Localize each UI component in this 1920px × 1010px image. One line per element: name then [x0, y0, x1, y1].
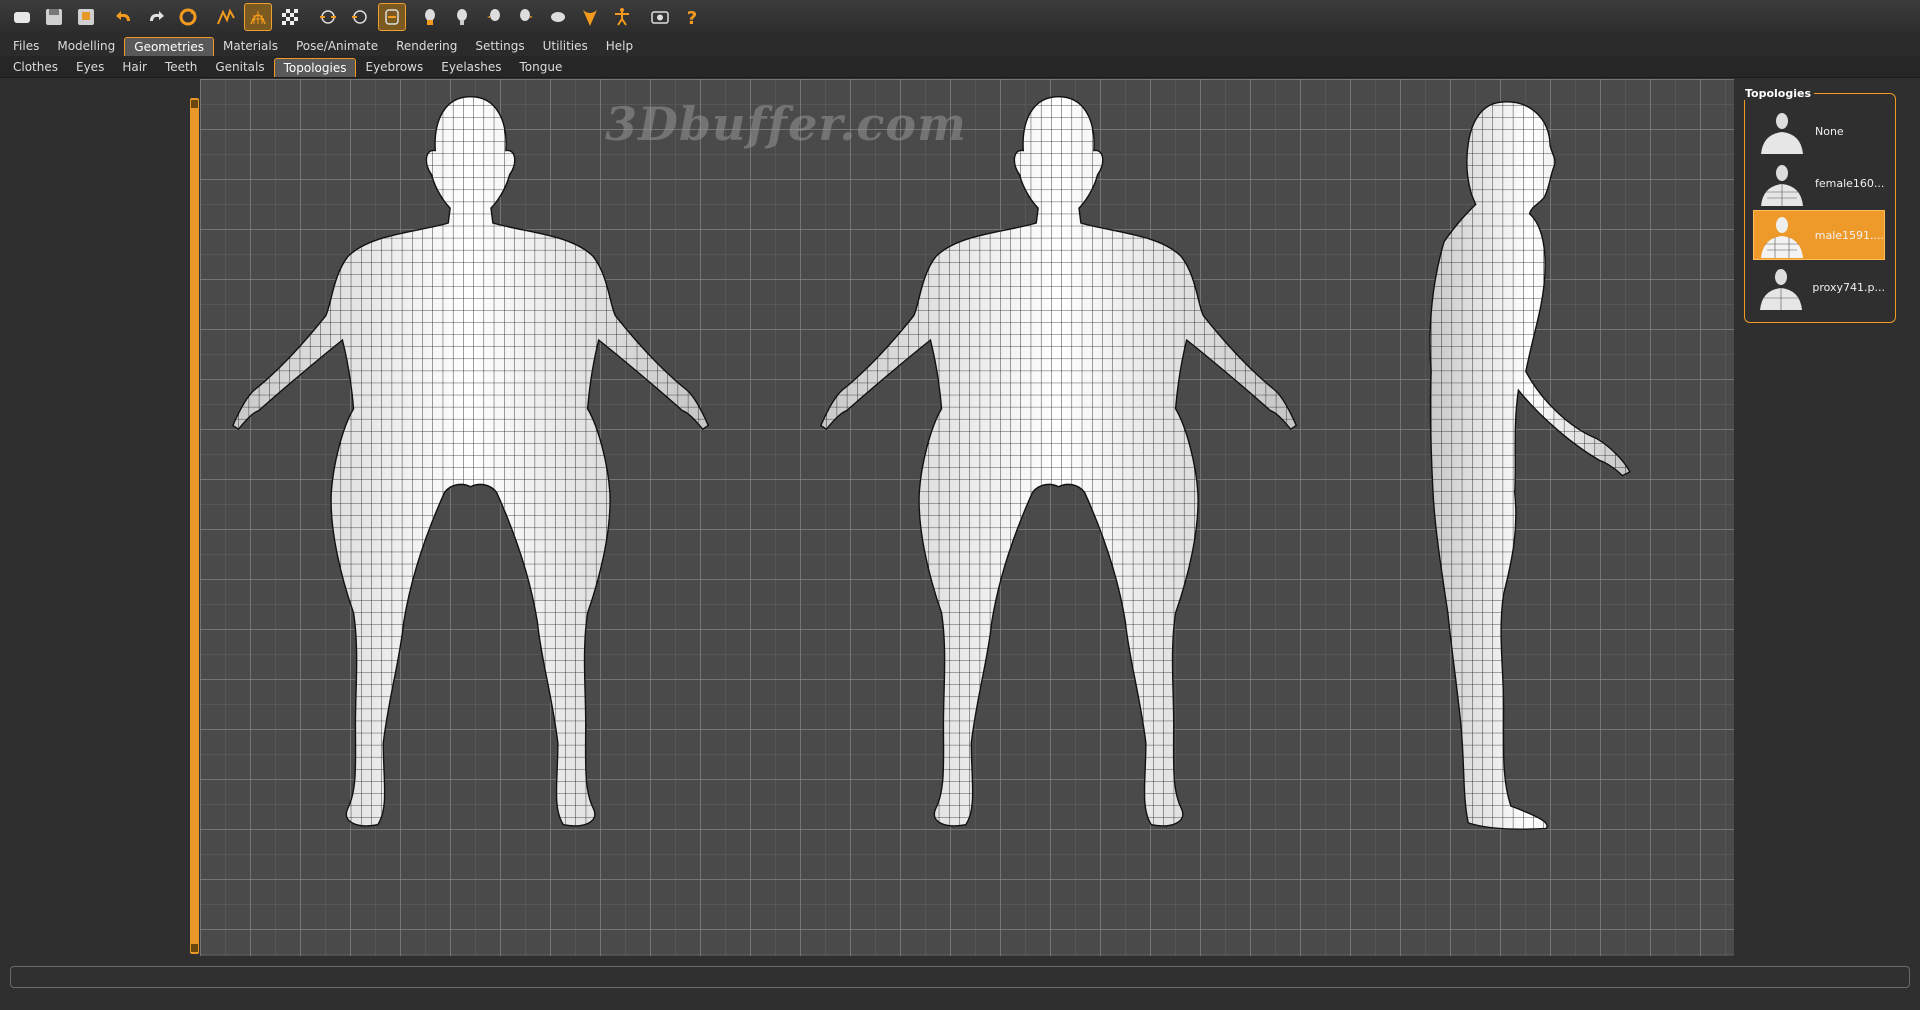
tab-eyelashes[interactable]: Eyelashes: [432, 58, 510, 77]
sub-tab-bar: Clothes Eyes Hair Teeth Genitals Topolog…: [0, 56, 1920, 78]
save-icon[interactable]: [40, 3, 68, 31]
bust-thumbnail-icon: [1753, 106, 1811, 156]
front-view-mesh: [200, 93, 758, 873]
skeleton-icon[interactable]: [608, 3, 636, 31]
topologies-group: None female160... male1591.... proxy741.…: [1744, 93, 1896, 323]
head-back-icon[interactable]: [448, 3, 476, 31]
topologies-title: Topologies: [1742, 87, 1815, 100]
tab-files[interactable]: Files: [4, 37, 48, 56]
bust-thumbnail-icon: [1754, 210, 1811, 260]
screenshot-icon[interactable]: [646, 3, 674, 31]
back-view-mesh: [786, 93, 1346, 873]
undo-icon[interactable]: [110, 3, 138, 31]
tab-teeth[interactable]: Teeth: [156, 58, 206, 77]
bust-thumbnail-icon: [1753, 262, 1808, 312]
redo-icon[interactable]: [142, 3, 170, 31]
topology-label: female160...: [1815, 176, 1885, 190]
tab-geometries[interactable]: Geometries: [124, 37, 214, 56]
topology-item-proxy[interactable]: proxy741.p...: [1753, 262, 1885, 312]
topology-label: None: [1815, 124, 1844, 138]
3d-viewport[interactable]: 3Dbuffer.com: [200, 79, 1734, 956]
export-icon[interactable]: [72, 3, 100, 31]
svg-text:?: ?: [687, 8, 697, 28]
tab-tongue[interactable]: Tongue: [511, 58, 572, 77]
tab-genitals[interactable]: Genitals: [206, 58, 273, 77]
topology-item-female[interactable]: female160...: [1753, 158, 1885, 208]
tab-eyebrows[interactable]: Eyebrows: [356, 58, 432, 77]
topology-item-none[interactable]: None: [1753, 106, 1885, 156]
tab-materials[interactable]: Materials: [214, 37, 287, 56]
front-view-icon[interactable]: [314, 3, 342, 31]
pose-icon[interactable]: [576, 3, 604, 31]
help-icon[interactable]: ?: [678, 3, 706, 31]
head-right-icon[interactable]: [512, 3, 540, 31]
tab-settings[interactable]: Settings: [466, 37, 533, 56]
side-view-mesh: [1429, 101, 1631, 830]
tab-eyes[interactable]: Eyes: [67, 58, 113, 77]
head-left-icon[interactable]: [480, 3, 508, 31]
tab-rendering[interactable]: Rendering: [387, 37, 466, 56]
tab-topologies[interactable]: Topologies: [273, 58, 357, 77]
new-icon[interactable]: [8, 3, 36, 31]
tab-hair[interactable]: Hair: [113, 58, 156, 77]
wireframe-icon[interactable]: [244, 3, 272, 31]
tab-utilities[interactable]: Utilities: [534, 37, 597, 56]
topology-label: proxy741.p...: [1812, 280, 1885, 294]
checker-icon[interactable]: [276, 3, 304, 31]
bust-thumbnail-icon: [1753, 158, 1811, 208]
topology-label: male1591....: [1814, 228, 1884, 242]
smooth-icon[interactable]: [212, 3, 240, 31]
head-front-icon[interactable]: [416, 3, 444, 31]
right-panel: None female160... male1591.... proxy741.…: [1734, 79, 1920, 956]
topology-item-male[interactable]: male1591....: [1753, 210, 1885, 260]
left-view-slider[interactable]: [190, 98, 199, 954]
main-tab-bar: Files Modelling Geometries Materials Pos…: [0, 34, 1920, 56]
main-toolbar: ?: [0, 0, 1920, 34]
top-view-icon[interactable]: [378, 3, 406, 31]
left-panel: [0, 79, 188, 956]
tab-clothes[interactable]: Clothes: [4, 58, 67, 77]
status-bar: [10, 966, 1910, 988]
tab-help[interactable]: Help: [597, 37, 642, 56]
reset-icon[interactable]: [174, 3, 202, 31]
back-view-icon[interactable]: [346, 3, 374, 31]
tab-pose-animate[interactable]: Pose/Animate: [287, 37, 387, 56]
head-top-icon[interactable]: [544, 3, 572, 31]
tab-modelling[interactable]: Modelling: [48, 37, 124, 56]
